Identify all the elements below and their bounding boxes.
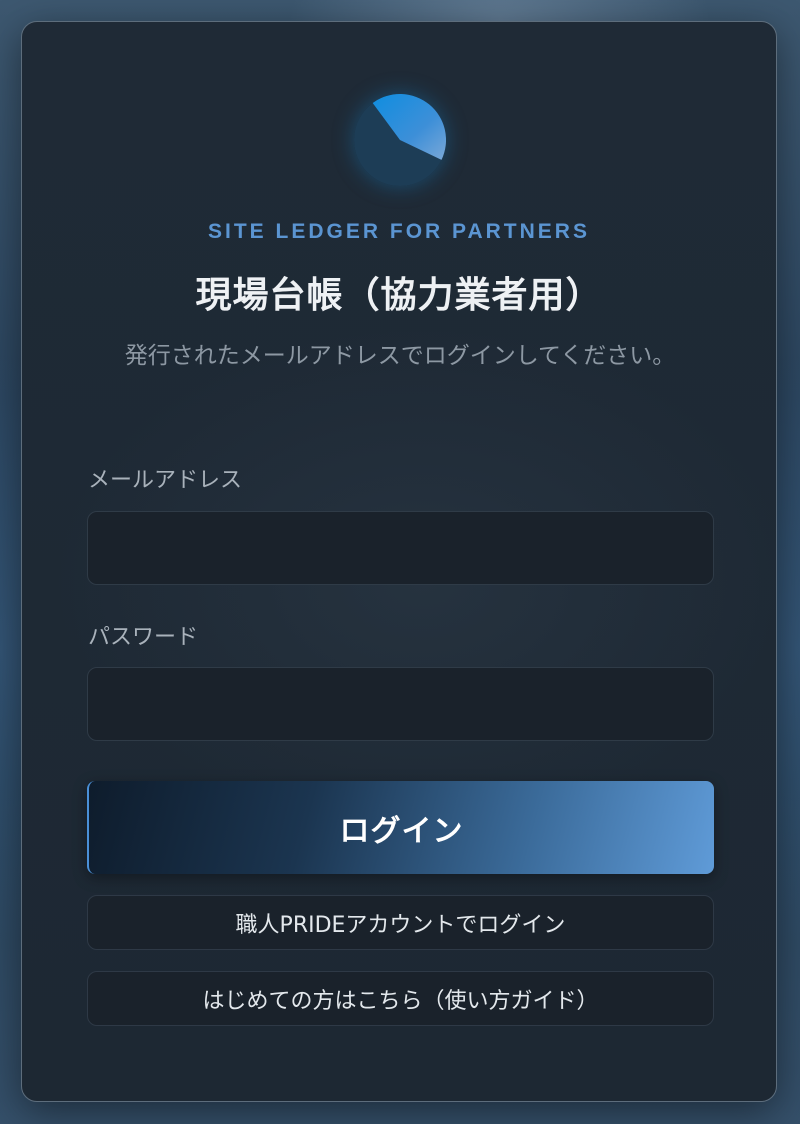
brand-eyebrow: SITE LEDGER FOR PARTNERS <box>208 220 590 243</box>
guide-button[interactable]: はじめての方はこちら（使い方ガイド） <box>87 971 714 1026</box>
pride-login-button[interactable]: 職人PRIDEアカウントでログイン <box>87 895 714 950</box>
page-title: 現場台帳（協力業者用） <box>195 275 603 316</box>
password-input[interactable] <box>87 667 714 741</box>
pie-logo-icon <box>354 94 446 186</box>
login-card: SITE LEDGER FOR PARTNERS 現場台帳（協力業者用） 発行さ… <box>21 21 777 1102</box>
password-label: パスワード <box>88 625 199 650</box>
page-subtitle: 発行されたメールアドレスでログインしてください。 <box>124 343 676 369</box>
login-button[interactable]: ログイン <box>87 781 714 874</box>
email-input[interactable] <box>87 511 714 585</box>
email-label: メールアドレス <box>88 468 243 493</box>
